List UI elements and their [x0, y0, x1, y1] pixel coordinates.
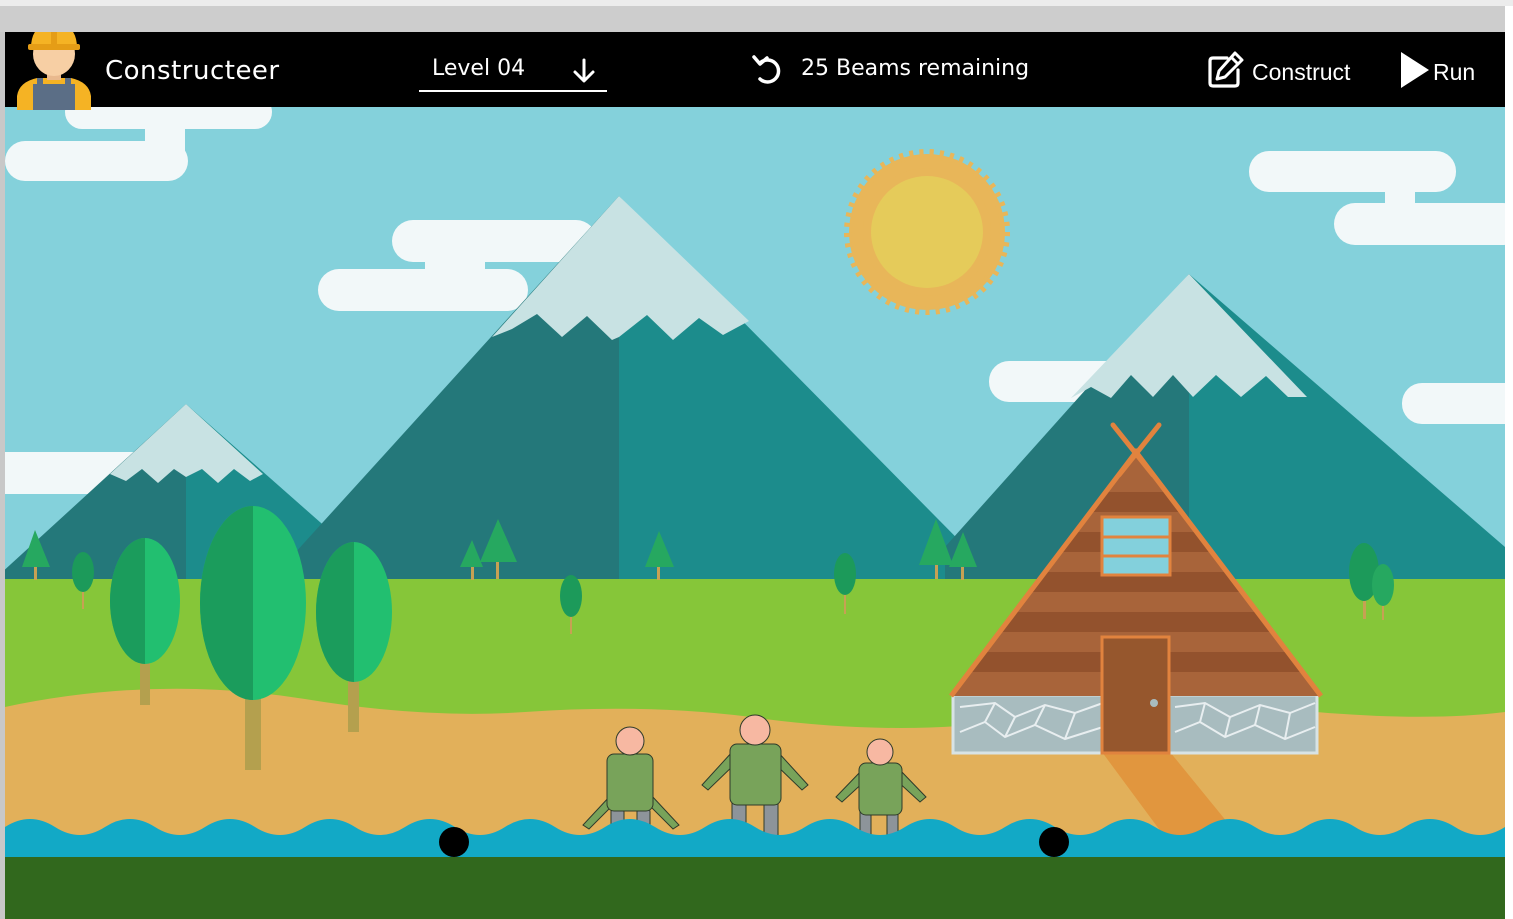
run-button[interactable]: Run [1395, 50, 1495, 90]
browser-top-strip [0, 0, 1513, 32]
sun [844, 149, 1010, 315]
arrow-down-icon [573, 58, 595, 83]
page-scrollbar[interactable] [1505, 6, 1513, 919]
ground [5, 857, 1505, 919]
anchor-point[interactable] [439, 827, 469, 857]
beams-remaining-text: 25 Beams remaining [801, 56, 1030, 81]
play-icon [1401, 52, 1429, 88]
construct-label: Construct [1252, 59, 1351, 85]
game-header: Constructeer Level 04 25 Beams remaining… [5, 32, 1505, 110]
level-select-value: Level 04 [432, 56, 526, 81]
anchor-point[interactable] [1039, 827, 1069, 857]
undo-icon[interactable] [751, 52, 787, 88]
edit-icon [1208, 51, 1244, 88]
app-title: Constructeer [105, 56, 280, 86]
game-scene[interactable] [5, 107, 1505, 919]
construct-button[interactable]: Construct [1205, 50, 1365, 90]
game-container: Constructeer Level 04 25 Beams remaining… [5, 32, 1505, 919]
construction-worker-avatar-icon [17, 32, 91, 110]
run-label: Run [1433, 59, 1476, 85]
level-select[interactable]: Level 04 [419, 50, 607, 92]
